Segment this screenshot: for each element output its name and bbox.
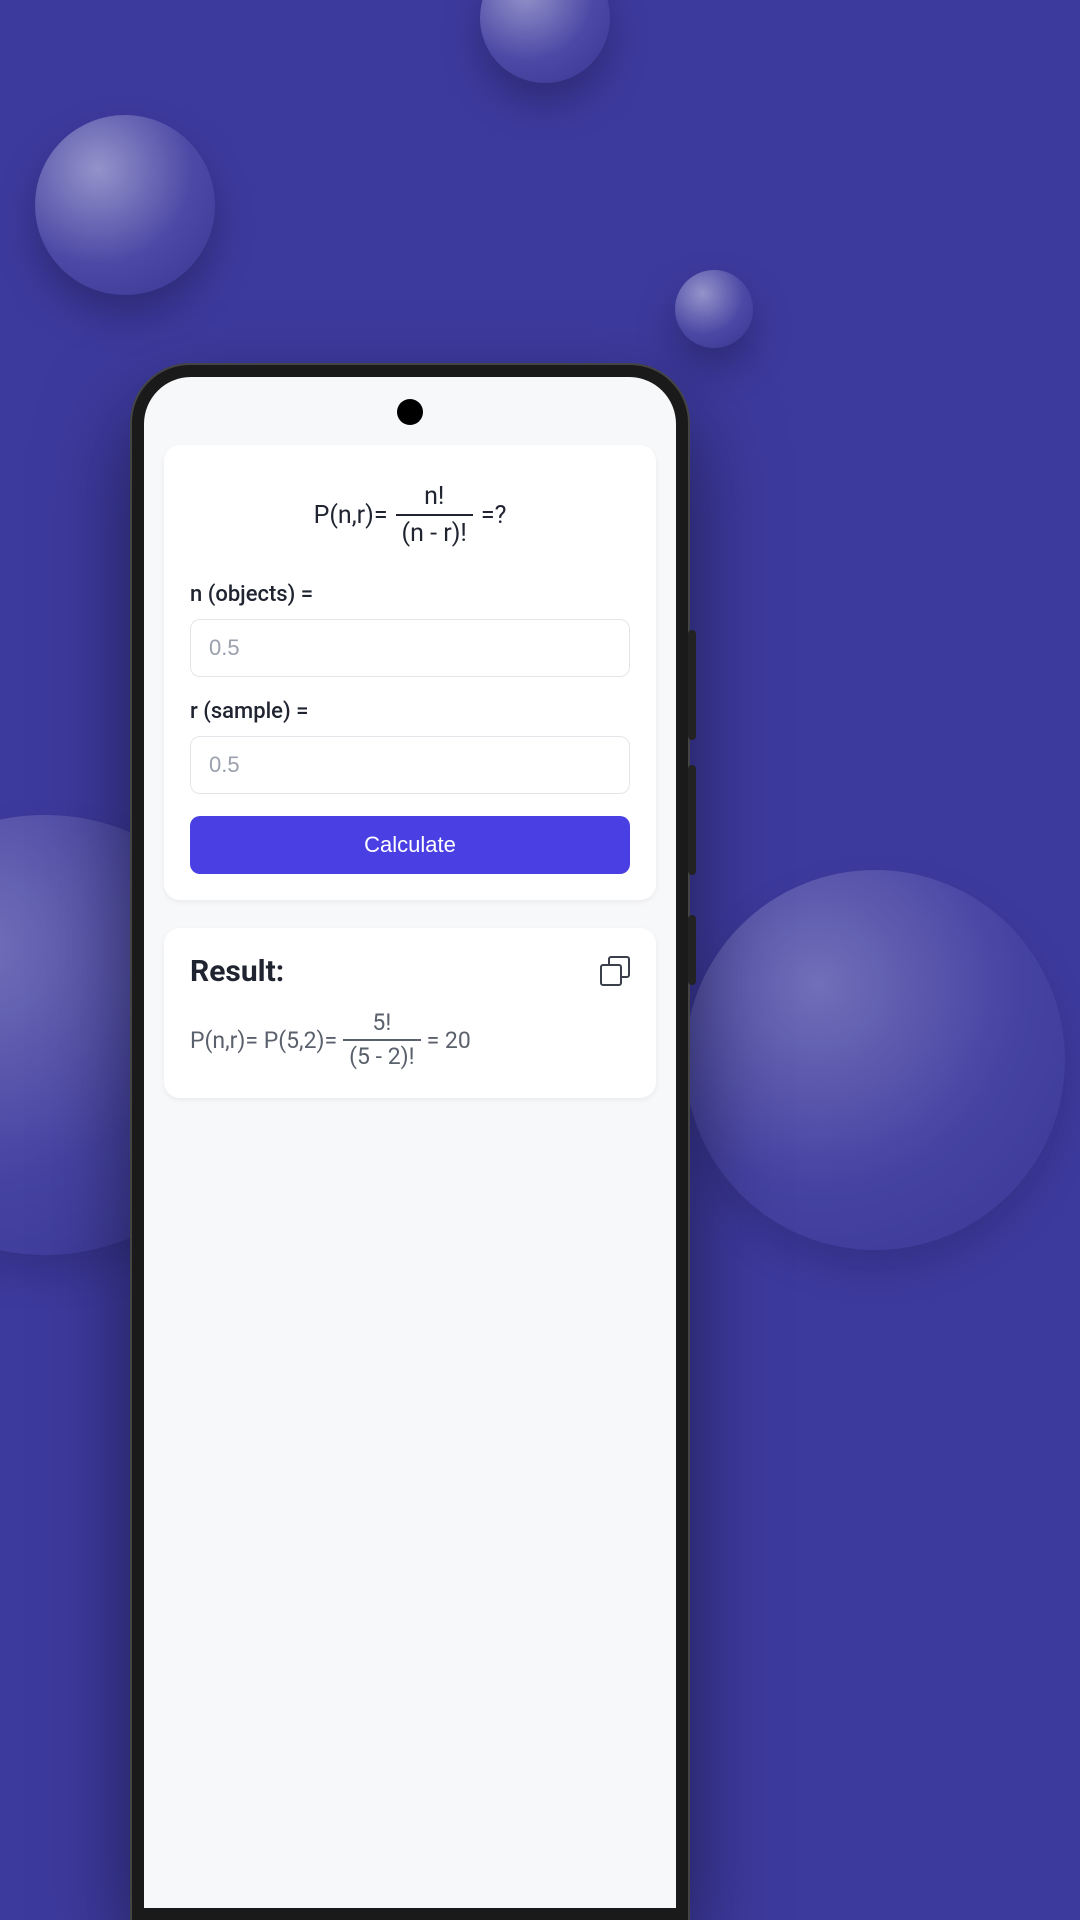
formula-rhs: =? [481, 501, 507, 530]
phone-side-button [688, 915, 696, 985]
formula-lhs: P(n,r)= [314, 501, 388, 530]
copy-icon[interactable] [600, 956, 630, 986]
result-prefix: P(n,r)= P(5,2)= [190, 1027, 337, 1054]
n-input[interactable] [190, 619, 630, 677]
result-value: = 20 [427, 1027, 471, 1054]
r-input[interactable] [190, 736, 630, 794]
phone-side-button [688, 765, 696, 875]
result-formula: P(n,r)= P(5,2)= 5! (5 - 2)! = 20 [190, 1009, 630, 1073]
result-fraction: 5! (5 - 2)! [343, 1009, 420, 1073]
r-label: r (sample) = [190, 699, 630, 724]
bg-sphere [685, 870, 1065, 1250]
formula-denominator: (n - r)! [396, 514, 473, 549]
calculator-card: P(n,r)= n! (n - r)! =? n (objects) = r (… [164, 445, 656, 900]
n-label: n (objects) = [190, 582, 630, 607]
bg-sphere [35, 115, 215, 295]
phone-screen: P(n,r)= n! (n - r)! =? n (objects) = r (… [144, 377, 676, 1908]
result-card: Result: P(n,r)= P(5,2)= 5! (5 - 2)! = 20 [164, 928, 656, 1099]
phone-side-button [688, 630, 696, 740]
result-numerator: 5! [366, 1009, 397, 1040]
camera-notch [397, 399, 423, 425]
phone-frame: P(n,r)= n! (n - r)! =? n (objects) = r (… [132, 365, 688, 1920]
formula-numerator: n! [418, 481, 450, 514]
calculate-button[interactable]: Calculate [190, 816, 630, 874]
result-header: Result: [190, 954, 630, 989]
result-denominator: (5 - 2)! [343, 1039, 420, 1072]
formula-display: P(n,r)= n! (n - r)! =? [190, 481, 630, 550]
formula-fraction: n! (n - r)! [396, 481, 473, 550]
app-content: P(n,r)= n! (n - r)! =? n (objects) = r (… [144, 377, 676, 1098]
bg-sphere [675, 270, 753, 348]
bg-sphere [480, 0, 610, 83]
result-title: Result: [190, 954, 284, 989]
